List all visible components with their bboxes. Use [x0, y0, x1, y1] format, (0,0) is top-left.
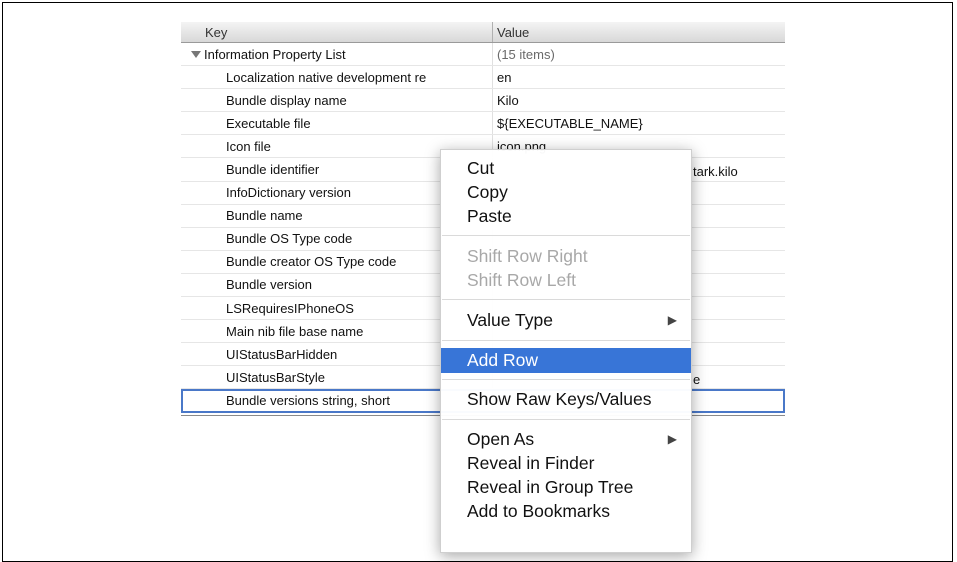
value-type-label: Value Type	[467, 310, 553, 330]
value-cell[interactable]: Kilo	[493, 93, 785, 108]
menu-item-value-type[interactable]: Value Type ▶	[441, 308, 691, 332]
disclosure-triangle-icon[interactable]	[191, 50, 201, 58]
menu-item-paste[interactable]: Paste	[441, 204, 691, 228]
menu-separator	[442, 340, 690, 341]
menu-item-open-as[interactable]: Open As ▶	[441, 427, 691, 451]
menu-item-add-to-bookmarks[interactable]: Add to Bookmarks	[441, 499, 691, 523]
menu-item-show-raw-keys-values[interactable]: Show Raw Keys/Values	[441, 387, 691, 411]
root-key-cell: Information Property List	[181, 43, 493, 66]
table-row[interactable]: Localization native development re en	[181, 66, 785, 90]
root-value-cell: (15 items)	[497, 46, 555, 62]
value-cell[interactable]: en	[493, 70, 785, 85]
submenu-arrow-icon: ▶	[667, 432, 677, 446]
table-row[interactable]: Bundle display name Kilo	[181, 89, 785, 113]
menu-separator	[442, 235, 690, 236]
value-cell[interactable]: ${EXECUTABLE_NAME}	[493, 116, 785, 131]
open-as-label: Open As	[467, 429, 535, 449]
key-cell: Bundle display name	[181, 89, 493, 112]
column-header: Key Value	[181, 22, 785, 43]
menu-item-cut[interactable]: Cut	[441, 156, 691, 180]
key-cell: Executable file	[181, 112, 493, 135]
root-key-label: Information Property List	[204, 46, 346, 62]
status-bar-style-value-fragment: e	[693, 372, 701, 387]
context-menu: Cut Copy Paste Shift Row Right Shift Row…	[440, 149, 692, 553]
table-row[interactable]: Executable file ${EXECUTABLE_NAME}	[181, 112, 785, 136]
menu-item-add-row[interactable]: Add Row	[441, 348, 691, 373]
menu-item-shift-row-right: Shift Row Right	[467, 246, 588, 266]
menu-separator	[442, 379, 690, 380]
submenu-arrow-icon: ▶	[667, 313, 677, 327]
bundle-identifier-value-fragment: tark.kilo	[693, 164, 738, 179]
menu-item-copy[interactable]: Copy	[441, 180, 691, 204]
key-cell: Localization native development re	[181, 66, 493, 89]
key-column-header[interactable]: Key	[181, 22, 493, 42]
value-column-header[interactable]: Value	[493, 22, 785, 42]
menu-separator	[442, 419, 690, 420]
menu-item-reveal-in-group-tree[interactable]: Reveal in Group Tree	[441, 475, 691, 499]
root-row[interactable]: Information Property List (15 items)	[181, 43, 785, 67]
menu-item-shift-row-left: Shift Row Left	[467, 270, 576, 290]
menu-item-reveal-in-finder[interactable]: Reveal in Finder	[441, 451, 691, 475]
menu-separator	[442, 299, 690, 300]
